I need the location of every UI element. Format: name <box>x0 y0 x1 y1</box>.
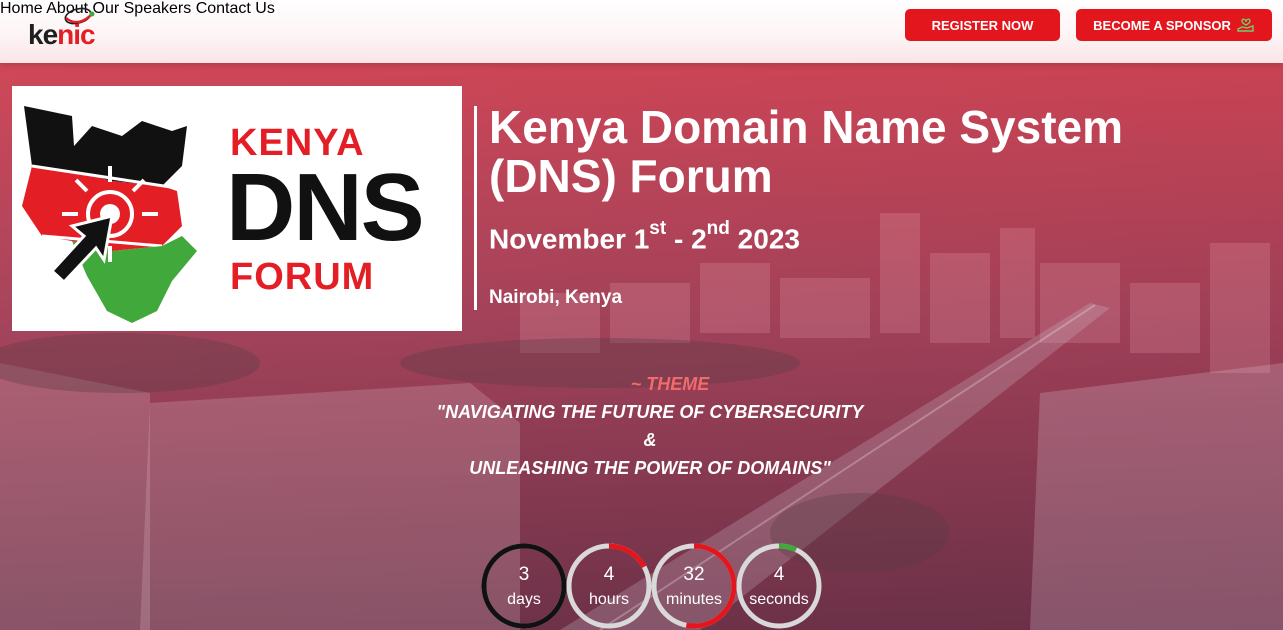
dns-forum-poster: KENYA DNS FORUM <box>12 86 462 331</box>
register-now-label: REGISTER NOW <box>931 17 1034 33</box>
theme-label: ~ THEME <box>630 374 710 394</box>
countdown-days-unit: days <box>507 591 541 608</box>
countdown-days-value: 3 <box>518 564 530 585</box>
countdown-minutes-unit: minutes <box>665 591 723 608</box>
become-sponsor-button[interactable]: BECOME A SPONSOR <box>1076 9 1272 41</box>
countdown-days: 3 days <box>481 543 567 629</box>
become-sponsor-label: BECOME A SPONSOR <box>1093 17 1231 33</box>
nav-contact-link[interactable]: Contact Us <box>196 0 275 17</box>
logo-wordmark: kenic <box>28 19 96 50</box>
countdown-hours-unit: hours <box>588 591 630 608</box>
countdown-minutes-value: 32 <box>683 564 705 585</box>
site-header: kenic Home About Our Speakers Contact Us… <box>0 0 1283 63</box>
kenic-logo[interactable]: kenic <box>28 4 102 50</box>
event-title: Kenya Domain Name System (DNS) Forum <box>489 101 1124 202</box>
countdown-minutes-ring <box>651 543 737 629</box>
theme-line-1: "NAVIGATING THE FUTURE OF CYBERSECURITY <box>436 402 864 422</box>
countdown-ring-track <box>736 543 822 629</box>
nav-speakers-link[interactable]: Our Speakers <box>93 0 192 17</box>
countdown-seconds-ring <box>736 543 822 629</box>
countdown-seconds: 4 seconds <box>736 543 822 629</box>
kenya-map-logo-icon <box>22 106 197 323</box>
theme-line-3: UNLEASHING THE POWER OF DOMAINS" <box>469 458 831 478</box>
register-now-button[interactable]: REGISTER NOW <box>905 9 1060 41</box>
theme-line-2: & <box>643 430 657 450</box>
poster-dns-text: DNS <box>226 154 425 261</box>
event-location: Nairobi, Kenya <box>489 287 623 308</box>
title-divider <box>474 106 477 310</box>
countdown-days-ring <box>481 543 567 629</box>
countdown-hours-value: 4 <box>603 564 615 585</box>
hand-heart-icon <box>1237 18 1254 32</box>
poster-forum-text: FORUM <box>230 256 375 298</box>
event-date: November 1st - 2nd 2023 <box>489 218 800 255</box>
countdown-hours: 4 hours <box>566 543 652 629</box>
countdown-minutes: 32 minutes <box>651 543 737 629</box>
countdown-seconds-value: 4 <box>773 564 785 585</box>
countdown-ring-progress <box>481 543 567 629</box>
countdown-seconds-unit: seconds <box>749 591 809 608</box>
countdown-hours-ring <box>566 543 652 629</box>
